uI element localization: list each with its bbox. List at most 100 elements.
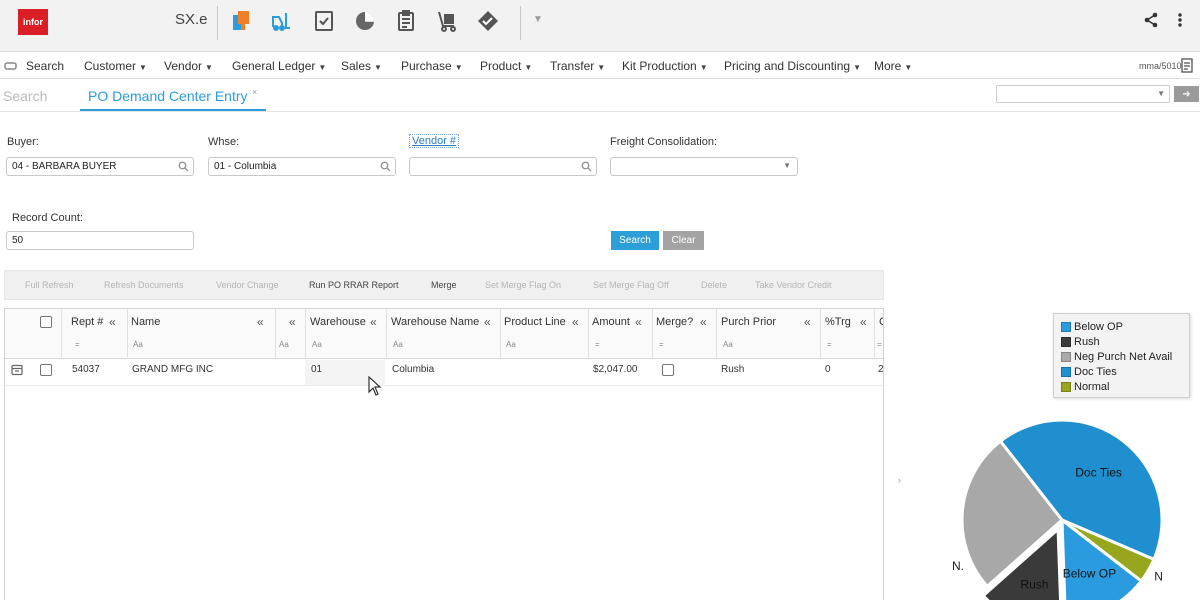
buyer-field[interactable]: 04 - BARBARA BUYER	[6, 157, 194, 176]
close-icon[interactable]: ×	[252, 87, 257, 97]
vendor-change-button[interactable]: Vendor Change	[216, 280, 279, 290]
row-checkbox[interactable]	[40, 364, 52, 376]
legend-item-below-op[interactable]: Below OP	[1061, 319, 1182, 334]
legend-item-neg-purch-net-avail[interactable]: Neg Purch Net Avail	[1061, 349, 1182, 364]
filter-text[interactable]: Aa	[279, 340, 289, 349]
column-header-trg[interactable]: %Trg	[825, 316, 851, 328]
record-count-field[interactable]: 50	[6, 231, 194, 250]
cell-c[interactable]: 2	[878, 364, 883, 375]
cell-trg[interactable]: 0	[825, 364, 831, 375]
set-merge-flag-on-button[interactable]: Set Merge Flag On	[485, 280, 561, 290]
legend-item-normal[interactable]: Normal	[1061, 379, 1182, 394]
collapse-column-icon[interactable]: «	[860, 315, 867, 329]
cell-warehouse[interactable]: 01	[311, 364, 322, 375]
panel-resize-handle[interactable]: ›	[898, 475, 901, 485]
merge-button[interactable]: Merge	[431, 280, 457, 290]
collapse-column-icon[interactable]: «	[370, 315, 377, 329]
collapse-column-icon[interactable]: «	[484, 315, 491, 329]
menu-pricing-and-discounting[interactable]: Pricing and Discounting ▼	[724, 59, 861, 73]
caret-down-icon: ▼	[597, 63, 606, 72]
menu-sales[interactable]: Sales ▼	[341, 59, 382, 73]
collapse-column-icon[interactable]: «	[572, 315, 579, 329]
filter-text[interactable]: Aa	[723, 340, 733, 349]
tab-search[interactable]: Search	[3, 88, 47, 104]
legend-item-rush[interactable]: Rush	[1061, 334, 1182, 349]
set-merge-flag-off-button[interactable]: Set Merge Flag Off	[593, 280, 669, 290]
legend-item-doc-ties[interactable]: Doc Ties	[1061, 364, 1182, 379]
cell-warehouse-name[interactable]: Columbia	[392, 364, 434, 375]
vendor-link[interactable]: Vendor #	[409, 134, 460, 148]
collapse-column-icon[interactable]: «	[289, 315, 296, 329]
filter-equals[interactable]: =	[595, 340, 600, 349]
refresh-documents-button[interactable]: Refresh Documents	[104, 280, 184, 290]
whse-field[interactable]: 01 - Columbia	[208, 157, 396, 176]
chevron-down-icon[interactable]: ▼	[533, 14, 543, 25]
filter-text[interactable]: Aa	[133, 340, 143, 349]
column-header-product-line[interactable]: Product Line	[504, 316, 566, 328]
filter-text[interactable]: Aa	[393, 340, 403, 349]
menu-more[interactable]: More ▼	[874, 59, 912, 73]
collapse-column-icon[interactable]: «	[700, 315, 707, 329]
menu-purchase[interactable]: Purchase ▼	[401, 59, 463, 73]
cell-name[interactable]: GRAND MFG INC	[132, 364, 213, 375]
column-header-name[interactable]: Name	[131, 316, 160, 328]
collapse-column-icon[interactable]: «	[257, 315, 264, 329]
merge-checkbox[interactable]	[662, 364, 674, 376]
clipboard-icon[interactable]	[393, 8, 419, 34]
pie-chart-icon[interactable]	[352, 8, 378, 34]
column-header-warehouse-name[interactable]: Warehouse Name	[391, 316, 479, 328]
column-header-c[interactable]: C	[879, 316, 883, 328]
go-arrow-button[interactable]: ➜	[1174, 86, 1199, 102]
checklist-icon[interactable]	[311, 8, 337, 34]
collapse-column-icon[interactable]: «	[635, 315, 642, 329]
collapse-column-icon[interactable]: «	[804, 315, 811, 329]
menu-customer[interactable]: Customer ▼	[84, 59, 147, 73]
select-all-checkbox[interactable]	[40, 316, 52, 328]
document-icon[interactable]	[1181, 58, 1193, 76]
menu-transfer[interactable]: Transfer ▼	[550, 59, 605, 73]
menu-kit-production[interactable]: Kit Production ▼	[622, 59, 708, 73]
freight-consolidation-dropdown[interactable]: ▼	[610, 157, 798, 176]
filter-equals[interactable]: =	[877, 340, 882, 349]
column-header-rept[interactable]: Rept #	[71, 316, 103, 328]
menu-general-ledger[interactable]: General Ledger ▼	[232, 59, 326, 73]
cell-rept[interactable]: 54037	[72, 364, 100, 375]
column-header-merge[interactable]: Merge?	[656, 316, 693, 328]
column-header-purch-prior[interactable]: Purch Prior	[721, 316, 776, 328]
filter-equals[interactable]: =	[827, 340, 832, 349]
share-icon[interactable]	[1143, 12, 1159, 31]
handshake-icon[interactable]	[475, 8, 501, 34]
menu-product[interactable]: Product ▼	[480, 59, 532, 73]
vendor-label[interactable]: Vendor #	[409, 134, 460, 148]
collapse-column-icon[interactable]: «	[109, 315, 116, 329]
menu-vendor[interactable]: Vendor ▼	[164, 59, 213, 73]
column-header-amount[interactable]: Amount	[592, 316, 630, 328]
lookup-search-icon[interactable]	[380, 161, 391, 175]
column-header-warehouse[interactable]: Warehouse	[310, 316, 366, 328]
filter-equals[interactable]: =	[75, 340, 80, 349]
quick-select-dropdown[interactable]: ▼	[996, 85, 1170, 103]
bookmark-stack-icon[interactable]	[229, 8, 255, 34]
row-detail-icon[interactable]	[11, 364, 23, 379]
filter-text[interactable]: Aa	[506, 340, 516, 349]
clear-button[interactable]: Clear	[663, 231, 704, 250]
infor-logo[interactable]: infor	[18, 9, 48, 35]
hand-truck-icon[interactable]	[434, 8, 460, 34]
lookup-search-icon[interactable]	[178, 161, 189, 175]
cell-purch-prior[interactable]: Rush	[721, 364, 744, 375]
vendor-field[interactable]	[409, 157, 597, 176]
search-button[interactable]: Search	[611, 231, 659, 250]
full-refresh-button[interactable]: Full Refresh	[25, 280, 74, 290]
run-po-rrar-report-button[interactable]: Run PO RRAR Report	[309, 280, 399, 290]
more-options-icon[interactable]	[1177, 12, 1183, 31]
delete-button[interactable]: Delete	[701, 280, 727, 290]
menu-search[interactable]: Search	[26, 59, 64, 73]
tab-po-demand-center-entry[interactable]: PO Demand Center Entry ×	[80, 80, 266, 111]
search-icon[interactable]	[4, 60, 17, 75]
filter-text[interactable]: Aa	[312, 340, 322, 349]
filter-equals[interactable]: =	[659, 340, 664, 349]
forklift-icon[interactable]	[268, 8, 294, 34]
take-vendor-credit-button[interactable]: Take Vendor Credit	[755, 280, 832, 290]
cell-amount[interactable]: $2,047.00	[593, 364, 638, 375]
lookup-search-icon[interactable]	[581, 161, 592, 175]
